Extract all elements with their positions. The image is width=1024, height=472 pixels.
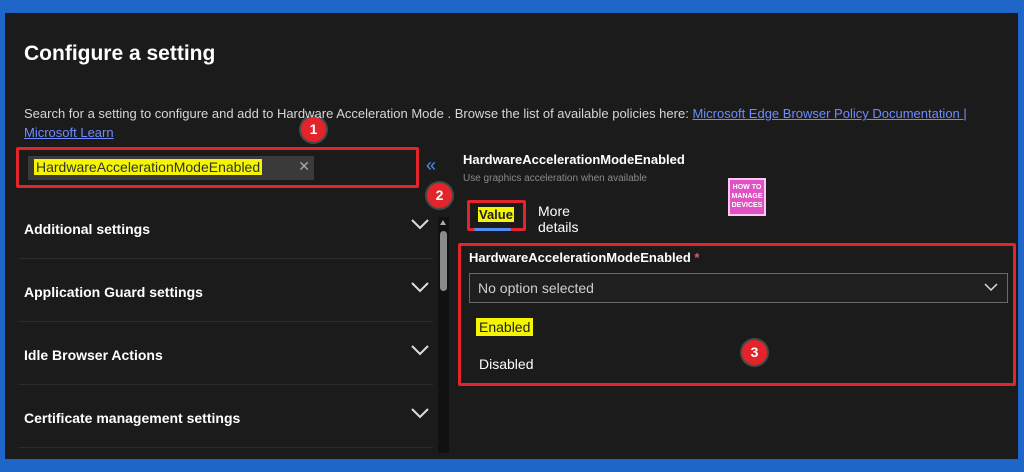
- description-text: Search for a setting to configure and ad…: [24, 106, 689, 121]
- value-panel-highlight-box: HardwareAccelerationModeEnabled * No opt…: [458, 243, 1016, 386]
- annotation-badge-1: 1: [301, 117, 326, 142]
- category-label: Idle Browser Actions: [24, 347, 163, 363]
- option-dropdown[interactable]: No option selected: [469, 273, 1008, 303]
- chevron-down-icon: [411, 219, 429, 230]
- tab-value[interactable]: Value: [467, 200, 526, 231]
- category-row-application-guard[interactable]: Application Guard settings: [19, 259, 433, 322]
- tab-more-details[interactable]: More details: [538, 203, 578, 235]
- page-title: Configure a setting: [24, 42, 216, 65]
- category-row-idle-browser-actions[interactable]: Idle Browser Actions: [19, 322, 433, 385]
- setting-description: Use graphics acceleration when available: [463, 173, 647, 184]
- chevron-down-icon: [411, 345, 429, 356]
- chevron-down-icon: [411, 282, 429, 293]
- scrollbar-thumb[interactable]: [440, 231, 447, 291]
- option-enabled[interactable]: Enabled: [476, 318, 534, 336]
- chevron-down-icon: [411, 408, 429, 419]
- setting-name: HardwareAccelerationModeEnabled: [463, 152, 685, 167]
- settings-category-list: Additional settings Application Guard se…: [19, 196, 433, 448]
- collapse-panel-icon[interactable]: «: [426, 155, 436, 176]
- required-marker: *: [694, 250, 700, 265]
- annotation-badge-2: 2: [427, 183, 452, 208]
- page-description: Search for a setting to configure and ad…: [24, 104, 1009, 142]
- configure-setting-pane: Configure a setting Search for a setting…: [5, 13, 1018, 459]
- search-highlight-box: HardwareAccelerationModeEnabled ✕: [16, 147, 419, 188]
- field-label: HardwareAccelerationModeEnabled *: [469, 250, 700, 265]
- chevron-down-icon: [984, 283, 998, 292]
- clear-search-icon[interactable]: ✕: [298, 158, 310, 175]
- category-label: Certificate management settings: [24, 410, 241, 426]
- tab-value-label: Value: [478, 207, 514, 222]
- category-row-additional-settings[interactable]: Additional settings: [19, 196, 433, 259]
- search-input[interactable]: HardwareAccelerationModeEnabled ✕: [28, 156, 314, 180]
- annotation-badge-3: 3: [742, 340, 767, 365]
- category-row-certificate-management[interactable]: Certificate management settings: [19, 385, 433, 448]
- scroll-up-icon[interactable]: [440, 220, 446, 225]
- category-label: Additional settings: [24, 221, 150, 237]
- active-tab-indicator: [474, 228, 511, 231]
- dropdown-placeholder: No option selected: [478, 280, 594, 296]
- search-input-value: HardwareAccelerationModeEnabled: [34, 159, 263, 175]
- category-list-scrollbar[interactable]: [438, 217, 449, 453]
- how-to-manage-devices-logo: HOW TO MANAGE DEVICES: [728, 178, 766, 216]
- option-disabled[interactable]: Disabled: [479, 356, 533, 372]
- category-label: Application Guard settings: [24, 284, 203, 300]
